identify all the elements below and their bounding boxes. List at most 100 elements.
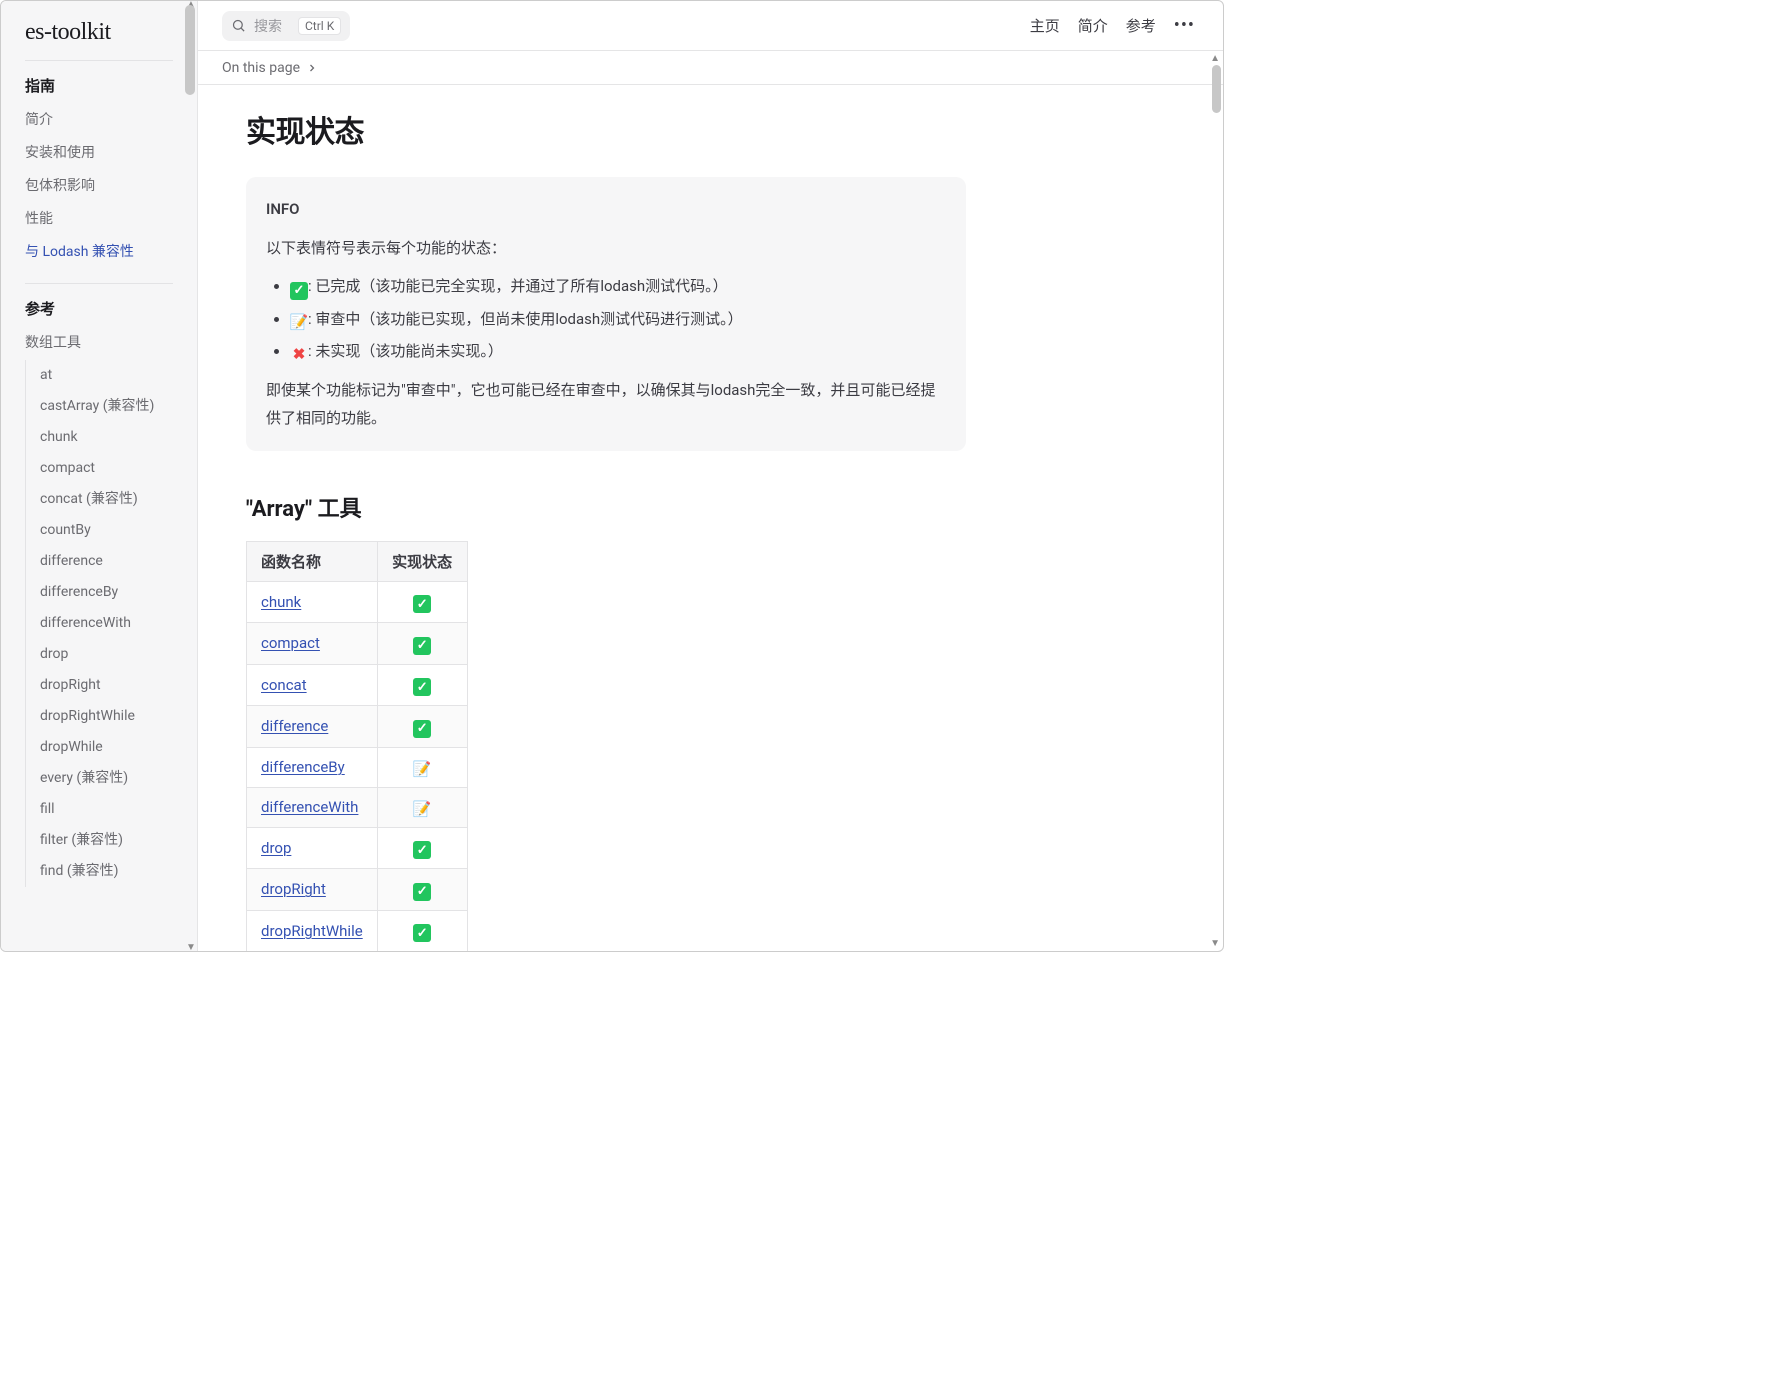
sidebar-array-group: at castArray (兼容性) chunk compact concat … [25, 360, 173, 887]
check-icon: ✓ [413, 637, 431, 655]
divider [25, 283, 173, 284]
scroll-down-icon[interactable]: ▼ [1210, 938, 1220, 949]
search-placeholder: 搜索 [254, 16, 282, 36]
sidebar-guide-2[interactable]: 包体积影响 [25, 170, 173, 203]
sidebar-item-find[interactable]: find (兼容性) [40, 856, 173, 887]
status-cell: ✓ [377, 910, 467, 951]
content: 实现状态 INFO 以下表情符号表示每个功能的状态： ✓: 已完成（该功能已完全… [198, 85, 1223, 951]
top-link-reference[interactable]: 参考 [1126, 15, 1156, 36]
fn-link-dropRightWhile[interactable]: dropRightWhile [261, 922, 363, 940]
table-row: differenceBy 📝 [247, 747, 468, 787]
search-button[interactable]: 搜索 Ctrl K [222, 11, 350, 41]
status-table: 函数名称 实现状态 chunk✓compact✓concat✓differenc… [246, 541, 468, 952]
table-row: compact ✓ [247, 623, 468, 665]
topbar: 搜索 Ctrl K 主页 简介 参考 ••• [198, 1, 1223, 51]
app-frame: es-toolkit 指南 简介 安装和使用 包体积影响 性能 与 Lodash… [0, 0, 1224, 952]
sidebar-item-countBy[interactable]: countBy [40, 515, 173, 546]
sidebar-item-filter[interactable]: filter (兼容性) [40, 825, 173, 856]
sidebar-item-every[interactable]: every (兼容性) [40, 763, 173, 794]
sidebar-guide-0[interactable]: 简介 [25, 104, 173, 137]
sidebar-item-dropRight[interactable]: dropRight [40, 670, 173, 701]
th-name: 函数名称 [247, 541, 378, 581]
sidebar: es-toolkit 指南 简介 安装和使用 包体积影响 性能 与 Lodash… [1, 1, 198, 951]
fn-link-chunk[interactable]: chunk [261, 593, 301, 611]
table-row: dropRightWhile ✓ [247, 910, 468, 951]
top-link-intro[interactable]: 简介 [1078, 15, 1108, 36]
chevron-right-icon [306, 62, 318, 74]
check-icon: ✓ [413, 720, 431, 738]
status-cell: 📝 [377, 787, 467, 827]
sidebar-item-dropRightWhile[interactable]: dropRightWhile [40, 701, 173, 732]
scrollbar-thumb[interactable] [185, 5, 195, 95]
fn-link-differenceBy[interactable]: differenceBy [261, 758, 345, 776]
sidebar-item-concat[interactable]: concat (兼容性) [40, 484, 173, 515]
divider [25, 60, 173, 61]
info-item-review: 📝: 审查中（该功能已实现，但尚未使用lodash测试代码进行测试。） [290, 305, 946, 334]
table-row: dropRight ✓ [247, 869, 468, 911]
main-scrollbar[interactable]: ▲ ▼ [1209, 53, 1221, 949]
sidebar-item-difference[interactable]: difference [40, 546, 173, 577]
check-icon: ✓ [413, 924, 431, 942]
fn-link-difference[interactable]: difference [261, 717, 328, 735]
info-note: 即使某个功能标记为"审查中"，它也可能已经在审查中，以确保其与lodash完全一… [266, 376, 946, 433]
sidebar-item-drop[interactable]: drop [40, 639, 173, 670]
status-cell: ✓ [377, 706, 467, 748]
sidebar-item-fill[interactable]: fill [40, 794, 173, 825]
check-icon: ✓ [413, 883, 431, 901]
more-menu-icon[interactable]: ••• [1174, 15, 1195, 36]
review-icon: 📝 [413, 760, 431, 778]
status-cell: ✓ [377, 581, 467, 623]
reference-heading: 参考 [25, 298, 173, 319]
check-icon: ✓ [413, 595, 431, 613]
search-icon [231, 18, 246, 33]
info-callout: INFO 以下表情符号表示每个功能的状态： ✓: 已完成（该功能已完全实现，并通… [246, 177, 966, 451]
fn-link-dropRight[interactable]: dropRight [261, 880, 326, 898]
check-icon: ✓ [290, 282, 308, 300]
sidebar-scrollbar[interactable]: ▲ ▼ [183, 1, 197, 951]
th-status: 实现状态 [377, 541, 467, 581]
main: 搜索 Ctrl K 主页 简介 参考 ••• On this page 实现状态… [198, 1, 1223, 951]
scroll-down-icon[interactable]: ▼ [186, 942, 196, 951]
fn-link-concat[interactable]: concat [261, 676, 307, 694]
fn-link-drop[interactable]: drop [261, 839, 291, 857]
sidebar-item-at[interactable]: at [40, 360, 173, 391]
fn-link-compact[interactable]: compact [261, 634, 320, 652]
table-row: concat ✓ [247, 664, 468, 706]
on-this-page-toggle[interactable]: On this page [198, 51, 1223, 85]
status-cell: ✓ [377, 623, 467, 665]
sidebar-item-differenceWith[interactable]: differenceWith [40, 608, 173, 639]
sidebar-item-chunk[interactable]: chunk [40, 422, 173, 453]
site-logo[interactable]: es-toolkit [25, 19, 173, 46]
status-cell: ✓ [377, 664, 467, 706]
status-cell: ✓ [377, 827, 467, 869]
info-item-completed: ✓: 已完成（该功能已完全实现，并通过了所有lodash测试代码。） [290, 272, 946, 301]
sidebar-item-differenceBy[interactable]: differenceBy [40, 577, 173, 608]
table-row: chunk ✓ [247, 581, 468, 623]
sidebar-item-castArray[interactable]: castArray (兼容性) [40, 391, 173, 422]
sidebar-array-heading[interactable]: 数组工具 [25, 327, 173, 360]
review-icon: 📝 [290, 313, 308, 331]
fn-link-differenceWith[interactable]: differenceWith [261, 798, 358, 816]
top-link-home[interactable]: 主页 [1030, 15, 1060, 36]
info-title: INFO [266, 195, 946, 224]
scrollbar-thumb[interactable] [1212, 65, 1221, 113]
guide-heading: 指南 [25, 75, 173, 96]
sidebar-guide-1[interactable]: 安装和使用 [25, 137, 173, 170]
info-intro: 以下表情符号表示每个功能的状态： [266, 234, 946, 263]
section-array-heading: "Array" 工具 [246, 491, 966, 523]
table-row: difference ✓ [247, 706, 468, 748]
table-row: differenceWith 📝 [247, 787, 468, 827]
review-icon: 📝 [413, 800, 431, 818]
table-row: drop ✓ [247, 827, 468, 869]
info-item-missing: ✖: 未实现（该功能尚未实现。） [290, 337, 946, 366]
sidebar-item-compact[interactable]: compact [40, 453, 173, 484]
search-shortcut: Ctrl K [298, 17, 341, 35]
page-title: 实现状态 [246, 107, 966, 151]
sidebar-guide-4[interactable]: 与 Lodash 兼容性 [25, 236, 173, 269]
toc-label: On this page [222, 60, 300, 76]
status-cell: ✓ [377, 869, 467, 911]
sidebar-item-dropWhile[interactable]: dropWhile [40, 732, 173, 763]
cross-icon: ✖ [290, 345, 308, 363]
sidebar-guide-3[interactable]: 性能 [25, 203, 173, 236]
scroll-up-icon[interactable]: ▲ [1210, 53, 1220, 64]
